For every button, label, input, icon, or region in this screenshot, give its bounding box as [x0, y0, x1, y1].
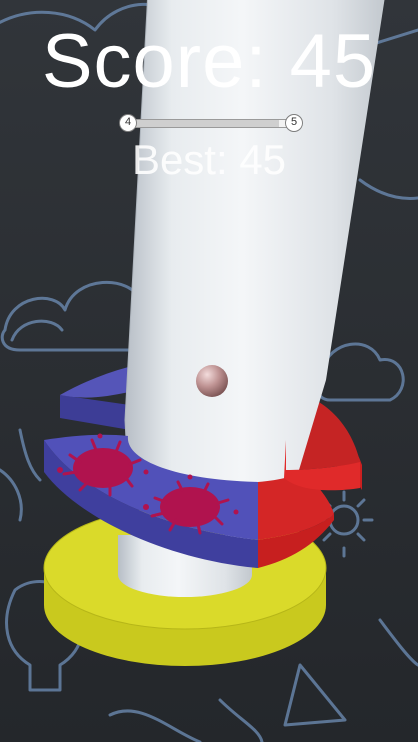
current-level-badge: 4 [119, 114, 137, 132]
game-scene[interactable] [0, 0, 418, 742]
best-score-label: Best: 45 [131, 136, 287, 183]
next-level-badge: 5 [285, 114, 303, 132]
score-label: Score: 45 [41, 19, 377, 104]
ball [196, 365, 228, 397]
game-screen[interactable]: Score: 45 4 5 Best: 45 [0, 0, 418, 742]
level-progress-bar: 4 5 [119, 114, 303, 134]
progress-track [129, 119, 293, 128]
progress-fill [130, 120, 280, 127]
